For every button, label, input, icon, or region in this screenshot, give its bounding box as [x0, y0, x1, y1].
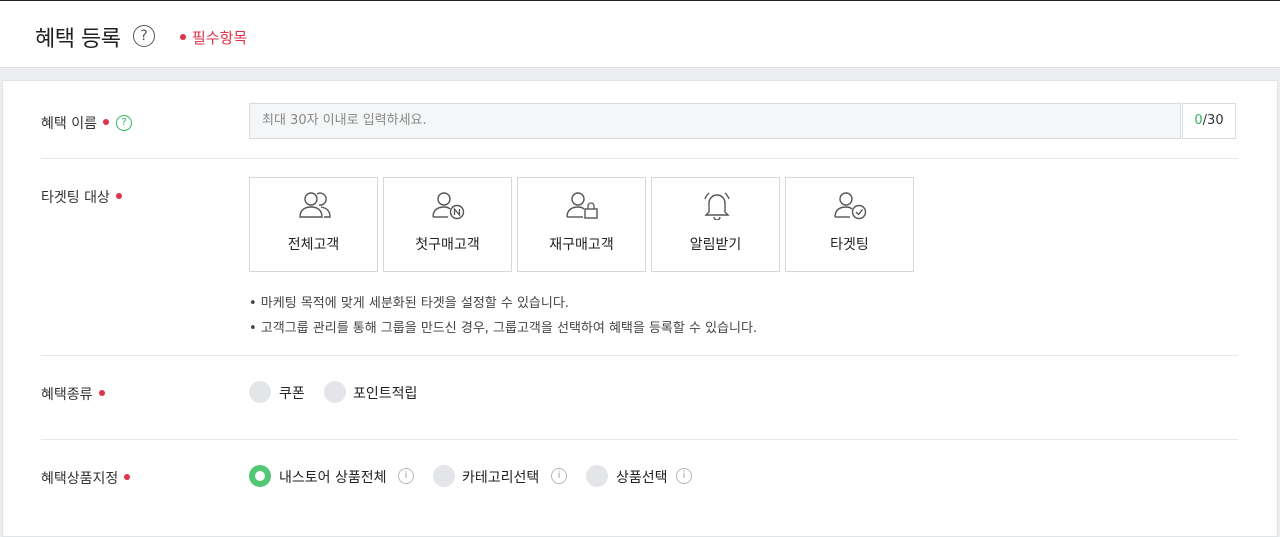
row-benefit-name: 혜택 이름? 최대 30자 이내로 입력하세요. 0/30	[41, 81, 1238, 159]
required-dot-icon	[115, 193, 122, 199]
target-option-all[interactable]: 전체고객	[249, 177, 378, 272]
product-scope-label-text: 혜택상품지정	[41, 471, 119, 487]
radio-label-all-products[interactable]: 내스토어 상품전체	[279, 467, 387, 487]
char-count-current: 0	[1194, 113, 1203, 128]
benefit-name-placeholder: 최대 30자 이내로 입력하세요.	[262, 113, 427, 128]
user-check-icon	[834, 192, 867, 220]
target-option-targeting[interactable]: 타겟팅	[785, 177, 914, 272]
required-dot-icon	[102, 119, 109, 125]
user-new-icon	[432, 192, 465, 220]
radio-label-category[interactable]: 카테고리선택	[462, 467, 539, 487]
required-dot-icon	[124, 474, 131, 480]
page-header: 혜택 등록 ? 필수항목	[0, 1, 1280, 68]
radio-category[interactable]	[433, 465, 455, 487]
char-count-max: /30	[1202, 113, 1224, 128]
radio-coupon[interactable]	[249, 381, 271, 403]
form-panel: 혜택 이름? 최대 30자 이내로 입력하세요. 0/30 타겟팅 대상 전체고…	[2, 80, 1278, 537]
targeting-note: • 고객그룹 관리를 통해 그룹을 만드신 경우, 그룹고객을 선택하여 혜택을…	[249, 321, 758, 336]
required-legend-text: 필수항목	[192, 29, 248, 47]
info-icon[interactable]: i	[676, 468, 692, 484]
benefit-name-input[interactable]: 최대 30자 이내로 입력하세요.	[249, 103, 1181, 139]
target-option-label: 재구매고객	[549, 237, 614, 253]
row-benefit-type: 혜택종류 쿠폰 포인트적립	[41, 356, 1238, 440]
char-counter: 0/30	[1182, 103, 1236, 139]
page-title: 혜택 등록	[35, 27, 121, 52]
radio-label-points[interactable]: 포인트적립	[353, 383, 417, 403]
required-dot-icon	[180, 33, 186, 40]
row-product-scope: 혜택상품지정 내스토어 상품전체 i 카테고리선택 i 상품선택 i	[41, 440, 1238, 535]
benefit-type-label: 혜택종류	[41, 384, 105, 404]
radio-points[interactable]	[324, 381, 346, 403]
info-icon[interactable]: i	[398, 468, 414, 484]
radio-label-coupon[interactable]: 쿠폰	[279, 383, 305, 403]
target-option-label: 알림받기	[689, 237, 742, 253]
help-icon[interactable]: ?	[115, 115, 132, 131]
target-option-label: 타겟팅	[830, 237, 869, 253]
benefit-name-label-text: 혜택 이름	[41, 116, 97, 132]
info-icon[interactable]: i	[551, 468, 567, 484]
bell-icon	[704, 192, 730, 220]
radio-product[interactable]	[586, 465, 608, 487]
targeting-label: 타겟팅 대상	[41, 187, 122, 207]
targeting-note: • 마케팅 목적에 맞게 세분화된 타겟을 설정할 수 있습니다.	[249, 296, 569, 311]
benefit-type-label-text: 혜택종류	[41, 387, 93, 403]
target-option-repurchase[interactable]: 재구매고객	[517, 177, 646, 272]
row-targeting: 타겟팅 대상 전체고객 첫구매고객 재구매고객 알림받기 타겟팅 • 마케팅 목…	[41, 159, 1238, 356]
users-group-icon	[299, 192, 331, 218]
target-option-first-purchase[interactable]: 첫구매고객	[383, 177, 512, 272]
target-option-label: 첫구매고객	[415, 237, 480, 253]
target-option-notification[interactable]: 알림받기	[651, 177, 780, 272]
targeting-label-text: 타겟팅 대상	[41, 190, 110, 206]
user-bag-icon	[566, 192, 598, 219]
benefit-name-label: 혜택 이름?	[41, 113, 132, 133]
product-scope-label: 혜택상품지정	[41, 468, 131, 488]
required-legend: 필수항목	[180, 27, 247, 48]
radio-all-products[interactable]	[249, 465, 271, 487]
radio-label-product[interactable]: 상품선택	[616, 467, 668, 487]
required-dot-icon	[98, 390, 105, 396]
help-icon[interactable]: ?	[133, 25, 155, 47]
target-option-label: 전체고객	[287, 237, 340, 253]
